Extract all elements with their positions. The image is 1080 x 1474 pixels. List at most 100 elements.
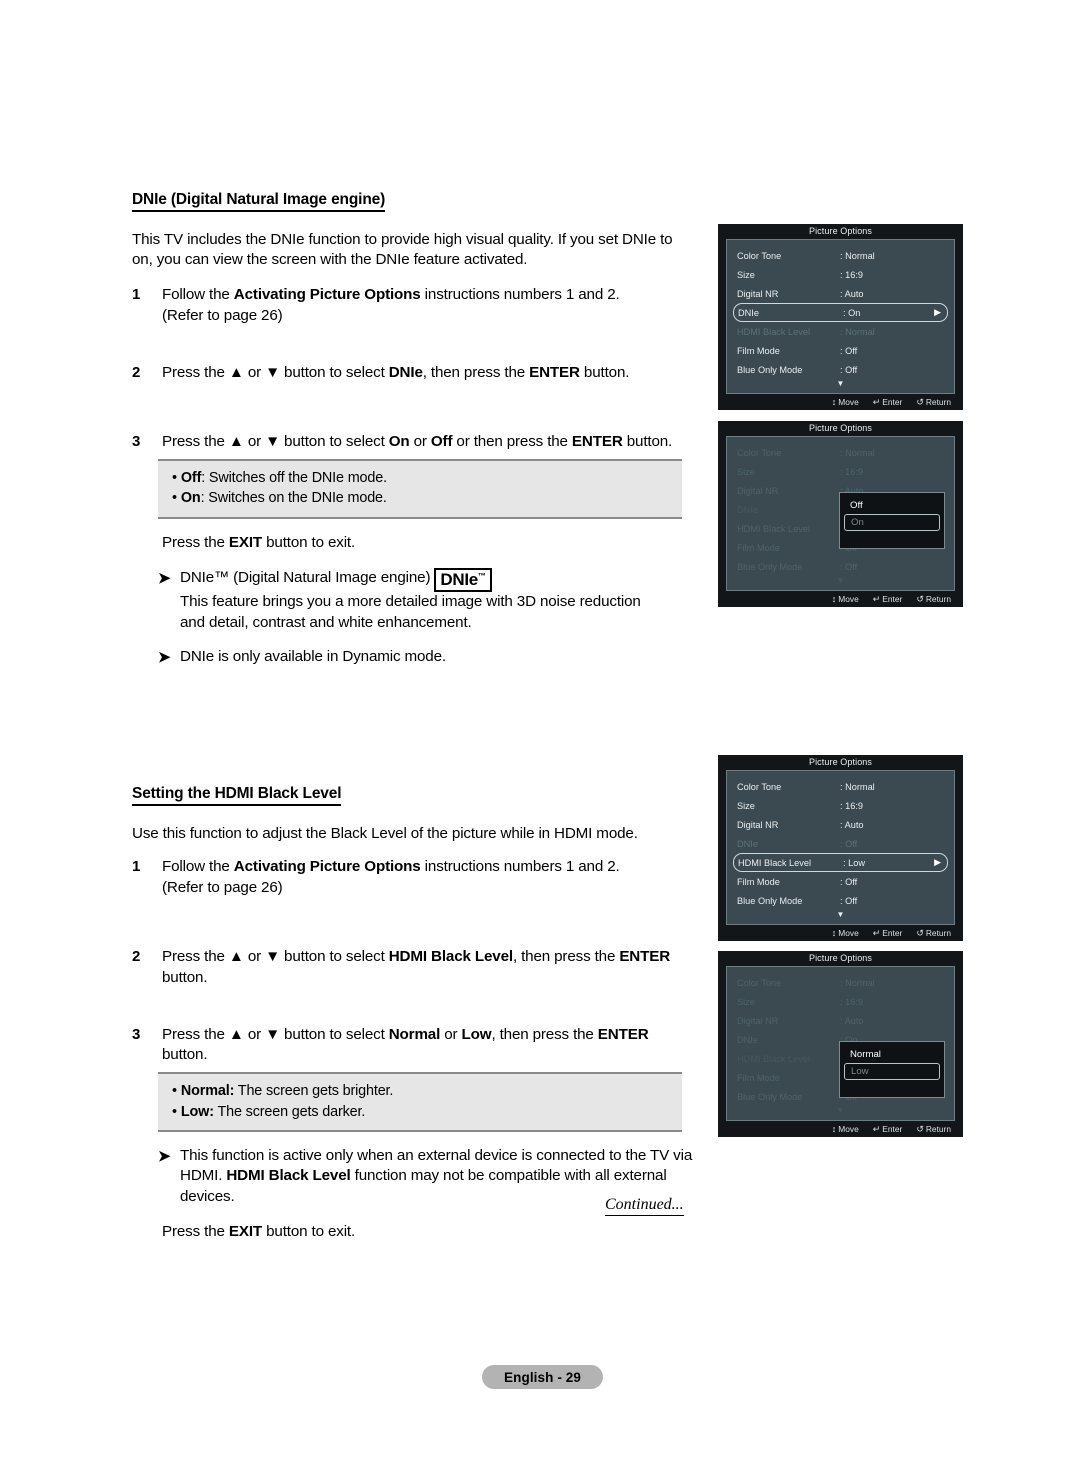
osd-row-value: : 16:9 <box>840 800 863 811</box>
osd-row-blue-only-mode[interactable]: Blue Only Mode: Off <box>727 557 954 576</box>
osd-panel-panel-hdmi-popup: Picture Options Color Tone: Normal Size: 1… <box>718 951 963 1137</box>
arrow-note-text: DNIe is only available in Dynamic mode. <box>180 648 446 666</box>
step-number: 1 <box>132 286 141 304</box>
osd-row-size[interactable]: Size: 16:9 <box>727 992 954 1011</box>
step-dnie-3: 3 Press the ▲ or ▼ button to select On o… <box>132 432 696 453</box>
continued-label: Continued... <box>605 1196 684 1216</box>
scroll-down-icon[interactable]: ▼ <box>727 910 954 921</box>
osd-row-label: Digital NR <box>737 819 779 830</box>
osd-row-label: Blue Only Mode <box>737 895 803 906</box>
step-text: Press the ▲ or ▼ button to select DNIe, … <box>162 364 630 382</box>
osd-row-digital-nr[interactable]: Digital NR: Auto <box>727 815 954 834</box>
chevron-right-icon: ▶ <box>934 857 941 867</box>
osd-row-color-tone[interactable]: Color Tone: Normal <box>727 443 954 462</box>
osd-row-film-mode[interactable]: Film Mode : Off <box>727 341 954 360</box>
exit-instruction-dnie: Press the EXIT button to exit. <box>162 533 356 551</box>
osd-row-color-tone[interactable]: Color Tone: Normal <box>727 246 954 265</box>
dropdown-option-low[interactable]: Low <box>844 1063 940 1080</box>
osd-row-value: : 16:9 <box>840 269 863 280</box>
note-bullet: • On: Switches on the DNIe mode. <box>172 490 387 507</box>
osd-row-label: HDMI Black Level <box>737 326 811 337</box>
osd-row-value: : Off <box>840 364 858 375</box>
osd-row-label: Color Tone <box>737 250 782 261</box>
osd-row-film-mode[interactable]: Film Mode: Off <box>727 872 954 891</box>
note-bullet-text: On: Switches on the DNIe mode. <box>180 490 387 507</box>
dnie-logo-tm: ™ <box>477 570 486 580</box>
osd-hint-move: ↕ Move <box>831 1124 859 1134</box>
osd-row-blue-only-mode[interactable]: Blue Only Mode : Off <box>727 360 954 379</box>
arrow-bullet-icon: ➤ <box>158 569 171 587</box>
scroll-down-icon[interactable]: ▼ <box>727 1106 954 1117</box>
osd-row-digital-nr[interactable]: Digital NR: Auto <box>727 284 954 303</box>
scroll-down-icon[interactable]: ▼ <box>727 576 954 587</box>
osd-hint-move: ↕ Move <box>831 594 859 604</box>
osd-row-value: : 16:9 <box>840 996 863 1007</box>
osd-row-size[interactable]: Size: 16:9 <box>727 462 954 481</box>
step-text: Press the ▲ or ▼ button to select HDMI B… <box>162 947 671 986</box>
osd-row-label: Size <box>737 466 755 477</box>
osd-row-label: DNIe <box>737 838 758 849</box>
step-number: 3 <box>132 1025 141 1043</box>
osd-row-size[interactable]: Size : 16:9 <box>727 265 954 284</box>
osd-title: Picture Options <box>718 421 963 436</box>
section-intro-dnie: This TV includes the DNIe function to pr… <box>132 230 673 269</box>
note-bullet: • Normal: The screen gets brighter. <box>172 1083 394 1100</box>
step-number: 3 <box>132 433 141 451</box>
osd-row-label: Color Tone <box>737 781 782 792</box>
step-number: 2 <box>132 364 141 382</box>
enter-icon: ↵ <box>872 1123 881 1134</box>
osd-row-label: Color Tone <box>737 977 782 988</box>
return-icon: ↺ <box>916 927 924 938</box>
step-text: Follow the Activating Picture Options in… <box>162 857 620 896</box>
step-text: Press the ▲ or ▼ button to select Normal… <box>162 1025 649 1064</box>
osd-row-blue-only-mode[interactable]: Blue Only Mode: Off <box>727 891 954 910</box>
osd-dropdown[interactable]: Normal Low <box>839 1041 945 1098</box>
osd-row-size[interactable]: Size : 16:9 <box>727 796 954 815</box>
text-column: DNIe (Digital Natural Image engine) This… <box>132 192 696 1243</box>
osd-footer-hints: ↕ Move ↵ Enter ↺ Return <box>718 394 963 410</box>
osd-row-label: Digital NR <box>737 288 779 299</box>
dropdown-option-on[interactable]: On <box>844 514 940 531</box>
osd-hint-return: ↺ Return <box>916 927 951 938</box>
dropdown-option-off[interactable]: Off <box>840 497 944 514</box>
osd-dropdown[interactable]: Off On <box>839 492 945 549</box>
move-icon: ↕ <box>831 397 837 407</box>
osd-row-label: Size <box>737 269 755 280</box>
osd-row-hdmi-black-level[interactable]: HDMI Black Level : Low ▶ <box>733 853 948 872</box>
osd-row-label: Blue Only Mode <box>737 561 803 572</box>
step-hdmi-3: 3 Press the ▲ or ▼ button to select Norm… <box>132 1025 696 1067</box>
osd-row-label: Color Tone <box>737 447 782 458</box>
osd-row-dnie[interactable]: DNIe: On ▶ <box>733 303 948 322</box>
osd-row-digital-nr[interactable]: Digital NR: Auto <box>727 1011 954 1030</box>
step-text: Follow the Activating Picture Options in… <box>162 286 620 325</box>
dnie-logo: DNIe™ <box>434 567 492 593</box>
osd-row-label: Size <box>737 800 755 811</box>
dropdown-option-normal[interactable]: Normal <box>840 1046 944 1063</box>
osd-row-label: DNIe <box>738 307 759 318</box>
page-number-badge: English - 29 <box>482 1365 603 1389</box>
osd-row-value: : Low <box>843 857 865 868</box>
osd-row-color-tone[interactable]: Color Tone : Normal <box>727 973 954 992</box>
osd-row-label: Film Mode <box>737 345 780 356</box>
return-icon: ↺ <box>916 1123 924 1134</box>
osd-title: Picture Options <box>718 755 963 770</box>
osd-row-value: : Normal <box>840 977 875 988</box>
scroll-down-icon[interactable]: ▼ <box>727 379 954 390</box>
osd-row-label: Blue Only Mode <box>737 364 803 375</box>
osd-footer-hints: ↕ Move ↵ Enter ↺ Return <box>718 1121 963 1137</box>
osd-row-label: Digital NR <box>737 485 779 496</box>
osd-row-label: HDMI Black Level <box>738 857 812 868</box>
osd-row-label: DNIe <box>737 504 758 515</box>
enter-icon: ↵ <box>872 396 881 407</box>
osd-row-value: : Off <box>840 345 858 356</box>
arrow-note-dnie-2: ➤ DNIe is only available in Dynamic mode… <box>132 647 696 668</box>
osd-footer-hints: ↕ Move ↵ Enter ↺ Return <box>718 925 963 941</box>
osd-row-color-tone[interactable]: Color Tone: Normal <box>727 777 954 796</box>
arrow-note-text: DNIe™ (Digital Natural Image engine) DNIe… <box>180 567 641 631</box>
osd-hint-move: ↕ Move <box>831 928 859 938</box>
osd-panel-panel-hdmi-selected: Picture Options Color Tone: Normal Size : 1… <box>718 755 963 941</box>
